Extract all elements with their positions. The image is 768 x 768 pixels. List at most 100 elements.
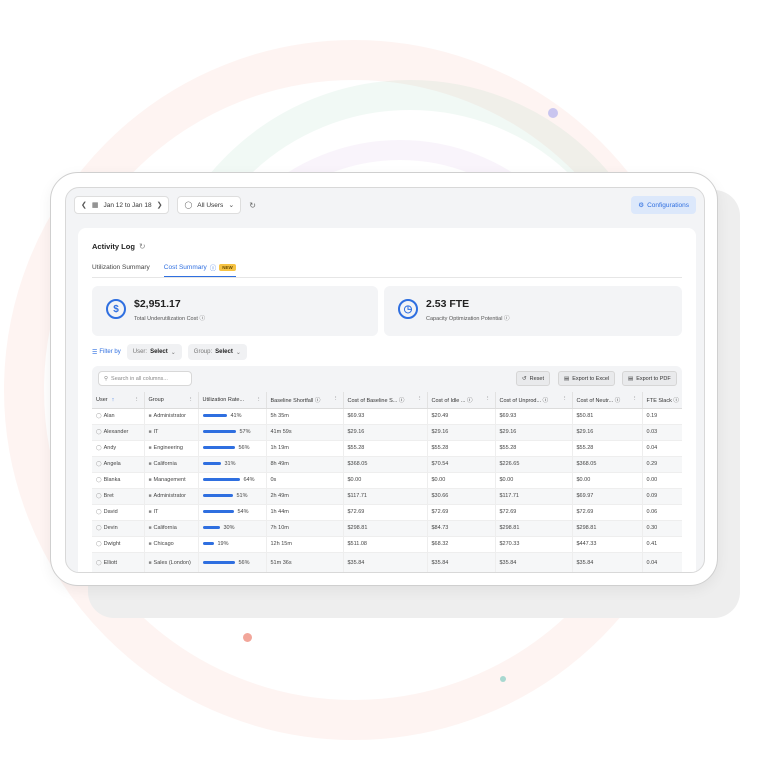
total-cost-label: Total Underutilization Cost ⓘ	[134, 314, 205, 322]
column-header-label: FTE Slack	[646, 397, 672, 404]
export-pdf-button[interactable]: ▤ Export to PDF	[622, 371, 677, 386]
user-icon: ◯	[96, 541, 102, 547]
column-menu-icon[interactable]: ⋮	[188, 397, 194, 403]
column-header-fte-slack[interactable]: FTE Slack ⓘ	[642, 392, 682, 409]
cell-cost-baseline: $55.28	[343, 440, 428, 457]
sort-up-icon[interactable]: ↑	[112, 397, 115, 403]
total-cost-card: $ $2,951.17 Total Underutilization Cost …	[92, 286, 378, 336]
cell-fte-slack: 0.19	[642, 408, 682, 425]
cell-cost-idle: $20.49	[427, 408, 496, 425]
app-screen: ❮ ▦ Jan 12 to Jan 18 ❯ ◯ All Users ⌄ ↻ ⚙…	[65, 187, 705, 573]
info-icon: ⓘ	[673, 397, 679, 404]
column-header-cost-baseline[interactable]: Cost of Baseline S... ⓘ ⋮	[343, 392, 428, 409]
info-icon[interactable]: ⓘ	[504, 316, 510, 322]
configurations-button[interactable]: ⚙ Configurations	[631, 196, 696, 214]
search-placeholder: Search in all columns...	[111, 375, 168, 382]
table-row[interactable]: ◯ Devin ■ California 30% 7h 10m $298.81 $84.73 $…	[92, 520, 682, 537]
cell-cost-baseline: $72.69	[343, 504, 428, 521]
utilization-bar	[202, 414, 227, 418]
user-filter-select[interactable]: User: Select ⌄	[126, 344, 182, 360]
table-row[interactable]: ◯ Angela ■ California 31% 8h 49m $368.05 $70.54…	[92, 456, 682, 473]
cell-user: ◯ Andy	[92, 440, 145, 457]
table-row[interactable]: ◯ Dwight ■ Chicago 19% 12h 15m $511.08 $68.32 $2…	[92, 536, 682, 553]
decorative-dot	[548, 108, 558, 118]
table-row[interactable]: ◯ Blanka ■ Management 64% 0s $0.00 $0.00 $0.00 $0…	[92, 472, 682, 489]
refresh-icon[interactable]: ↻	[249, 201, 256, 210]
cell-user: ◯ Dwight	[92, 536, 145, 553]
cell-baseline-shortfall: 5h 35m	[266, 408, 344, 425]
column-header-group[interactable]: Group ⋮	[144, 392, 199, 409]
reset-label: Reset	[529, 375, 544, 382]
utilization-value: 57%	[239, 429, 251, 435]
cell-baseline-shortfall: 1h 19m	[266, 440, 344, 457]
column-menu-icon[interactable]: ⋮	[632, 396, 638, 402]
tab-utilization-summary[interactable]: Utilization Summary	[92, 262, 150, 277]
column-header-label: Cost of Neutr...	[576, 397, 614, 404]
cell-utilization: 57%	[198, 424, 267, 441]
decorative-dot	[243, 633, 252, 642]
cell-baseline-shortfall: 41m 59s	[266, 424, 344, 441]
users-dropdown[interactable]: ◯ All Users ⌄	[177, 196, 242, 214]
cell-cost-idle: $84.73	[427, 520, 496, 537]
cell-group: ■ Sales (London)	[144, 552, 199, 572]
cell-cost-unproductive: $117.71	[495, 488, 573, 505]
info-icon: ⓘ	[314, 397, 321, 404]
column-header-label: User	[96, 396, 108, 403]
column-header-utilization[interactable]: Utilization Rate... ⋮	[198, 392, 267, 409]
chevron-right-icon[interactable]: ❯	[157, 201, 163, 209]
chevron-down-icon: ⌄	[235, 349, 241, 356]
user-icon: ◯	[96, 509, 102, 515]
refresh-icon[interactable]: ↻	[139, 242, 146, 251]
table-row[interactable]: ◯ Elliott ■ Sales (London) 56% 51m 36s $35.84 $…	[92, 552, 682, 572]
cell-utilization: 30%	[198, 520, 267, 537]
date-range-picker[interactable]: ❮ ▦ Jan 12 to Jan 18 ❯	[74, 196, 170, 214]
cell-cost-unproductive: $35.84	[495, 552, 573, 572]
column-header-baseline-shortfall[interactable]: Baseline Shortfall ⓘ ⋮	[266, 392, 344, 409]
user-name: Alexander	[103, 429, 129, 435]
tab-cost-summary[interactable]: Cost Summary ⓘ NEW	[163, 262, 236, 277]
table-row[interactable]: ◯ Bret ■ Administrator 51% 2h 49m $117.71 $30.6…	[92, 488, 682, 505]
cell-cost-baseline: $298.81	[343, 520, 428, 537]
column-header-cost-neutral[interactable]: Cost of Neutr... ⓘ ⋮	[572, 392, 643, 409]
user-icon: ◯	[96, 413, 102, 419]
column-header-cost-idle[interactable]: Cost of Idle ... ⓘ ⋮	[427, 392, 496, 409]
chevron-left-icon[interactable]: ❮	[81, 201, 87, 209]
utilization-value: 41%	[230, 413, 242, 419]
column-menu-icon[interactable]: ⋮	[485, 396, 491, 402]
export-excel-label: Export to Excel	[572, 375, 610, 382]
column-menu-icon[interactable]: ⋮	[333, 396, 339, 402]
table-row[interactable]: ◯ Andy ■ Engineering 56% 1h 19m $55.28 $55.28 $5…	[92, 440, 682, 457]
export-excel-button[interactable]: ▤ Export to Excel	[558, 371, 616, 386]
info-icon[interactable]: ⓘ	[199, 316, 205, 322]
capacity-label: Capacity Optimization Potential ⓘ	[426, 314, 509, 322]
search-input[interactable]: ⚲ Search in all columns...	[98, 371, 192, 386]
table-row[interactable]: ◯ Alan ■ Administrator 41% 5h 35m $69.93 $20.49…	[92, 408, 682, 425]
chevron-down-icon: ⌄	[228, 202, 235, 209]
cell-cost-unproductive: $72.69	[495, 504, 573, 521]
cell-user: ◯ Elliott	[92, 552, 145, 572]
table-row[interactable]: ◯ Alexander ■ IT 57% 41m 59s $29.16 $29.16 $29.1…	[92, 424, 682, 441]
cell-group: ■ IT	[144, 424, 199, 441]
cell-group: ■ Chicago	[144, 536, 199, 553]
file-icon: ▤	[564, 375, 570, 382]
table-row[interactable]: ◯ David ■ IT 54% 1h 44m $72.69 $72.69 $72.69 $72.…	[92, 504, 682, 521]
content-panel: Activity Log ↻ Utilization Summary Cost …	[78, 228, 696, 572]
info-icon: ⓘ	[398, 397, 405, 404]
column-header-label: Cost of Idle ...	[431, 397, 466, 404]
total-cost-label-text: Total Underutilization Cost	[134, 316, 198, 322]
page-title-row: Activity Log ↻	[92, 242, 146, 251]
user-name: Bret	[103, 493, 114, 499]
column-menu-icon[interactable]: ⋮	[562, 396, 568, 402]
cell-user: ◯ Devin	[92, 520, 145, 537]
cell-cost-neutral: $0.00	[572, 472, 643, 489]
cell-group: ■ California	[144, 520, 199, 537]
reset-button[interactable]: ↺ Reset	[516, 371, 550, 386]
cell-cost-baseline: $69.93	[343, 408, 428, 425]
column-menu-icon[interactable]: ⋮	[417, 396, 423, 402]
cell-cost-baseline: $511.08	[343, 536, 428, 553]
column-header-user[interactable]: User ↑ ⋮	[92, 392, 145, 409]
group-filter-select[interactable]: Group: Select ⌄	[187, 344, 247, 360]
column-header-cost-unproductive[interactable]: Cost of Unprod... ⓘ ⋮	[495, 392, 573, 409]
column-menu-icon[interactable]: ⋮	[256, 397, 262, 403]
column-menu-icon[interactable]: ⋮	[134, 397, 140, 403]
